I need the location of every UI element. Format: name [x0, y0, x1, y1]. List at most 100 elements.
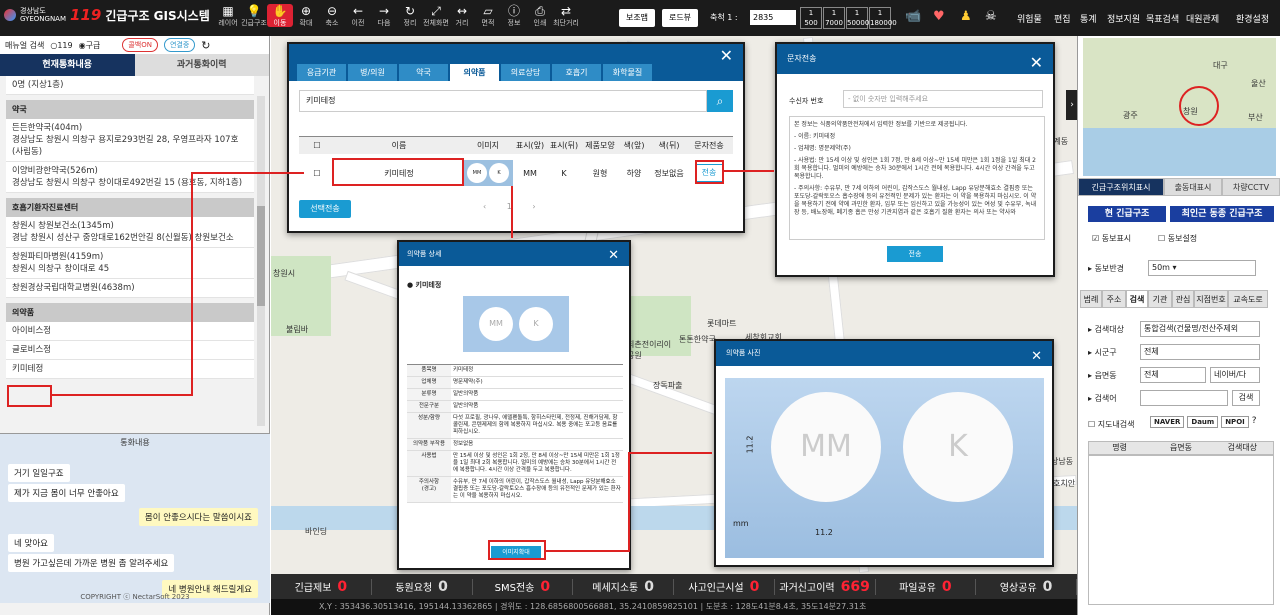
- callback-on-button[interactable]: 콜백ON: [122, 38, 158, 52]
- counter-2[interactable]: SMS전송 0: [473, 578, 574, 595]
- search-tab-3[interactable]: 기관: [1148, 290, 1172, 308]
- next-page-icon[interactable]: ›: [532, 202, 535, 211]
- list-item[interactable]: 든든한약국(404m) 경상남도 창원시 의창구 용지로293번길 28, 우영…: [6, 119, 254, 162]
- search-tab-0[interactable]: 범례: [1080, 290, 1102, 308]
- counter-1[interactable]: 동원요청 0: [372, 578, 473, 595]
- tab-call-history[interactable]: 과거통화이력: [134, 54, 269, 76]
- tab-dispatch[interactable]: 출동대표시: [1164, 178, 1222, 196]
- tab-current-call[interactable]: 현재통화내용: [0, 54, 135, 76]
- tool-hand[interactable]: ✋ 이동: [267, 4, 293, 27]
- refresh-icon[interactable]: ↻: [201, 39, 210, 52]
- sigungu-select[interactable]: 전체: [1140, 344, 1260, 360]
- menu-hazmat[interactable]: 위험물: [1017, 12, 1042, 25]
- prev-page-icon[interactable]: ‹: [483, 202, 486, 211]
- scale-input[interactable]: 2835: [750, 10, 796, 25]
- search-tab-5[interactable]: 지점번호: [1194, 290, 1228, 308]
- tool-route[interactable]: ⇄ 최단거리: [553, 4, 579, 27]
- list-scrollbar[interactable]: [257, 96, 265, 426]
- search-icon[interactable]: ⌕: [707, 90, 733, 112]
- menu-edit[interactable]: 편집: [1054, 12, 1071, 25]
- search-button[interactable]: 검색: [1232, 390, 1260, 406]
- sms-send-button[interactable]: 전송: [887, 246, 943, 262]
- tool-zoom-in[interactable]: ⊕ 확대: [293, 4, 319, 27]
- npoi-button[interactable]: NPOI: [1221, 416, 1249, 428]
- tool-print[interactable]: ⎙ 인쇄: [527, 4, 553, 27]
- sms-message-text[interactable]: 본 정보는 식품의약품안전처에서 입력한 정보를 기반으로 제공됩니다. - 이름…: [789, 116, 1045, 240]
- cctv-icon[interactable]: 📹: [905, 9, 921, 24]
- scale-preset-50000[interactable]: 1 50000: [846, 7, 869, 29]
- list-item[interactable]: 0명 (지상1층): [6, 76, 254, 95]
- counter-6[interactable]: 파일공유 0: [876, 578, 977, 595]
- connecting-button[interactable]: 연결중: [163, 38, 196, 52]
- tab-drug-4[interactable]: 의료상담: [501, 64, 550, 81]
- scale-preset-180000[interactable]: 1 180000: [869, 7, 897, 29]
- counter-0[interactable]: 긴급제보 0: [271, 578, 372, 595]
- setting-checkbox[interactable]: ☐ 동보설정: [1158, 233, 1197, 244]
- list-item[interactable]: 키미테정: [6, 360, 254, 379]
- dong-select[interactable]: 전체: [1140, 367, 1206, 383]
- select-send-button[interactable]: 선택전송: [299, 200, 351, 218]
- tool-info[interactable]: ⓘ 정보: [501, 4, 527, 27]
- search-tab-6[interactable]: 교속도로: [1228, 290, 1268, 308]
- tool-fullscreen[interactable]: ⤢ 전체화면: [423, 4, 449, 27]
- list-item[interactable]: 이양비광한약국(526m) 경상남도 창원시 의창구 창이대로492번길 15 …: [6, 162, 254, 193]
- display-checkbox[interactable]: ☑ 동보표시: [1092, 233, 1131, 244]
- daum-button[interactable]: Daum: [1187, 416, 1219, 428]
- radio-emergency[interactable]: ◉구급: [79, 40, 101, 51]
- scale-preset-7000[interactable]: 1 7000: [823, 7, 845, 29]
- counter-4[interactable]: 사고인근시설 0: [674, 578, 775, 595]
- tool-distance[interactable]: ↔ 거리: [449, 4, 475, 27]
- menu-crew-control[interactable]: 대원관제: [1186, 12, 1219, 25]
- tool-next[interactable]: → 다음: [371, 4, 397, 27]
- menu-info-support[interactable]: 정보지원: [1107, 12, 1140, 25]
- counter-3[interactable]: 메세지소통 0: [573, 578, 674, 595]
- keyword-input[interactable]: [1140, 390, 1228, 406]
- search-tab-4[interactable]: 관심: [1172, 290, 1194, 308]
- tab-drug-3[interactable]: 의약품: [450, 64, 499, 81]
- search-tab-2[interactable]: 검색: [1126, 290, 1148, 308]
- current-emergency-button[interactable]: 현 긴급구조: [1088, 206, 1166, 222]
- menu-stats[interactable]: 통계: [1080, 12, 1097, 25]
- in-map-search-checkbox[interactable]: ☐ 지도내검색: [1088, 419, 1135, 430]
- drug-search-input[interactable]: 키미테정: [299, 90, 707, 112]
- scale-preset-500[interactable]: 1 500: [800, 7, 822, 29]
- search-tab-1[interactable]: 주소: [1102, 290, 1126, 308]
- list-item[interactable]: 아이비스정: [6, 322, 254, 341]
- roadview-button[interactable]: 로드뷰: [662, 9, 698, 27]
- list-item[interactable]: 글로비스정: [6, 341, 254, 360]
- recipient-input[interactable]: - 없이 숫자만 입력해주세요: [843, 90, 1043, 108]
- close-icon[interactable]: ✕: [720, 46, 733, 65]
- tab-drug-6[interactable]: 화학물질: [603, 64, 652, 81]
- naver-button[interactable]: NAVER: [1150, 416, 1185, 428]
- tab-drug-5[interactable]: 호흡기: [552, 64, 601, 81]
- tool-emergency[interactable]: 💡 긴급구조: [241, 4, 267, 27]
- tool-zoom-out[interactable]: ⊖ 축소: [319, 4, 345, 27]
- basemap-button[interactable]: 보조맵: [619, 9, 655, 27]
- heart-broken-icon[interactable]: ♥: [933, 9, 945, 24]
- nearest-emergency-button[interactable]: 최인근 동종 긴급구조: [1170, 206, 1274, 222]
- list-item[interactable]: 창원시 창원보건소(1345m) 경남 창원시 성산구 중앙대로162번안길 8…: [6, 217, 254, 248]
- close-icon[interactable]: ✕: [1031, 344, 1042, 369]
- overview-map[interactable]: 대구 부산 광주 울산 창원: [1083, 38, 1276, 176]
- radio-119[interactable]: ○119: [50, 41, 72, 50]
- list-item[interactable]: 창원경상국립대학교병원(4638m): [6, 279, 254, 298]
- tool-refresh[interactable]: ↻ 정리: [397, 4, 423, 27]
- pill-thumbnail[interactable]: MM K: [463, 160, 513, 186]
- tab-vehicle-cctv[interactable]: 차량CCTV: [1222, 178, 1280, 196]
- tab-drug-2[interactable]: 약국: [399, 64, 448, 81]
- help-icon[interactable]: ?: [1252, 416, 1257, 428]
- tool-area[interactable]: ▱ 면적: [475, 4, 501, 27]
- person-icon[interactable]: ♟: [960, 9, 972, 24]
- dong-provider-select[interactable]: 네이버/다: [1210, 367, 1260, 383]
- target-select[interactable]: 통합검색(건물명/전산주제외: [1140, 321, 1260, 337]
- counter-5[interactable]: 과거신고이력 669: [775, 578, 876, 595]
- tab-drug-0[interactable]: 응급기관: [297, 64, 346, 81]
- menu-target-search[interactable]: 목표검색: [1146, 12, 1179, 25]
- radius-select[interactable]: 50m ▾: [1148, 260, 1256, 276]
- close-icon[interactable]: ✕: [608, 244, 619, 268]
- close-icon[interactable]: ✕: [1030, 48, 1043, 78]
- tab-emergency-location[interactable]: 긴급구조위치표시: [1078, 178, 1164, 196]
- tool-layer[interactable]: ▦ 레이어: [215, 4, 241, 27]
- tab-drug-1[interactable]: 병/의원: [348, 64, 397, 81]
- list-item[interactable]: 창원파티마병원(4159m) 창원시 의창구 창이대로 45: [6, 248, 254, 279]
